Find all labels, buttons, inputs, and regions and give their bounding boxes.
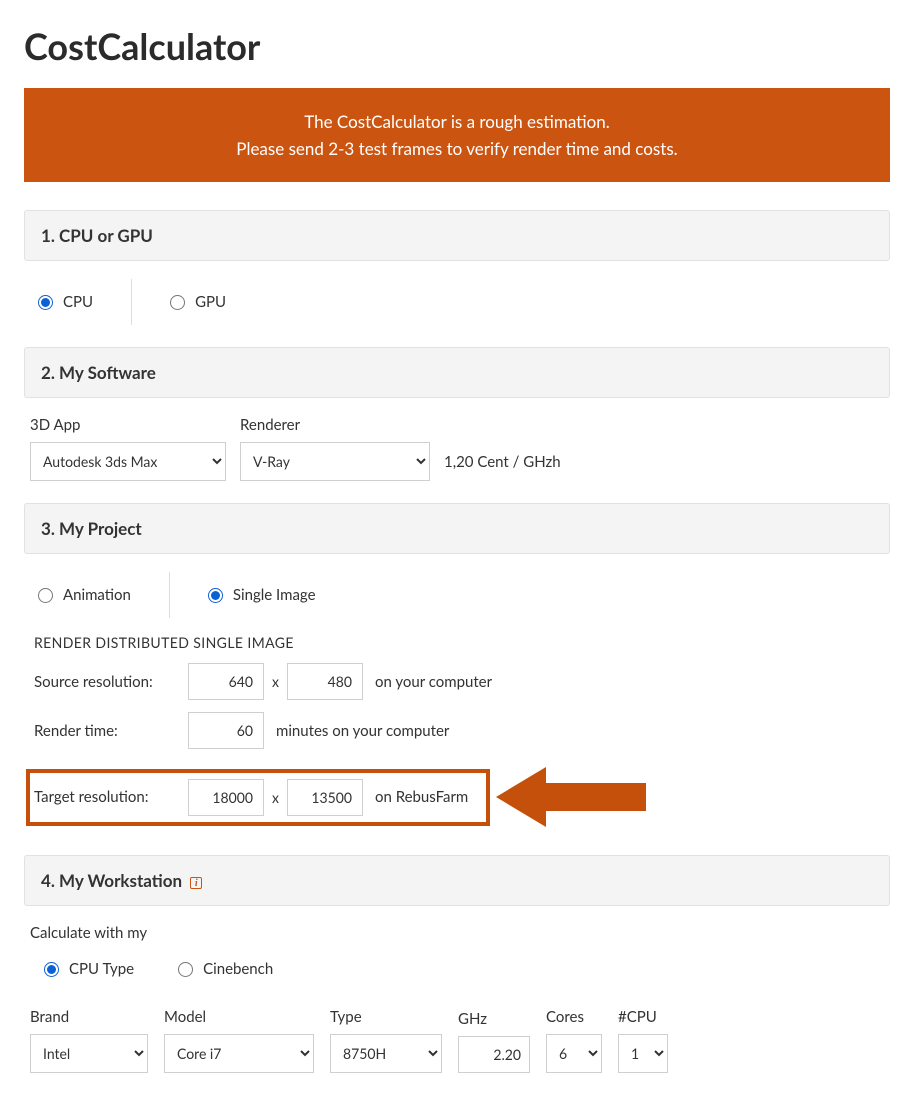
app-label: 3D App xyxy=(30,416,226,434)
target-suffix: on RebusFarm xyxy=(375,788,468,806)
render-time-row: Render time: minutes on your computer xyxy=(30,712,884,749)
renderer-label: Renderer xyxy=(240,416,430,434)
target-width-input[interactable] xyxy=(188,779,264,816)
cores-select[interactable]: 6 xyxy=(546,1034,602,1073)
info-banner: The CostCalculator is a rough estimation… xyxy=(24,88,890,182)
render-time-suffix: minutes on your computer xyxy=(276,722,449,740)
divider xyxy=(169,572,170,618)
ghz-input[interactable] xyxy=(458,1036,530,1073)
project-type-group: Animation Single Image xyxy=(30,572,884,618)
arrow-left-icon xyxy=(496,761,646,833)
page-title: CostCalculator xyxy=(24,24,890,68)
render-time-input[interactable] xyxy=(188,712,264,749)
gpu-radio[interactable] xyxy=(170,295,185,310)
info-icon[interactable]: i xyxy=(190,877,202,889)
source-res-label: Source resolution: xyxy=(34,673,180,691)
calc-method-group: CPU Type Cinebench xyxy=(30,948,884,990)
source-resolution-row: Source resolution: x on your computer xyxy=(30,663,884,700)
calc-with-label: Calculate with my xyxy=(30,924,884,942)
x-separator: x xyxy=(272,789,279,806)
price-text: 1,20 Cent / GHzh xyxy=(444,453,561,481)
single-image-radio[interactable] xyxy=(208,588,223,603)
model-label: Model xyxy=(164,1008,314,1026)
source-suffix: on your computer xyxy=(375,673,492,691)
app-select[interactable]: Autodesk 3ds Max xyxy=(30,442,226,481)
animation-radio[interactable] xyxy=(38,588,53,603)
section-4-title: 4. My Workstation xyxy=(41,870,182,891)
type-select[interactable]: 8750H xyxy=(330,1034,442,1073)
source-height-input[interactable] xyxy=(287,663,363,700)
cinebench-radio[interactable] xyxy=(178,962,193,977)
render-time-label: Render time: xyxy=(34,722,180,740)
cputype-label[interactable]: CPU Type xyxy=(69,960,134,978)
banner-line2: Please send 2-3 test frames to verify re… xyxy=(40,135,874,162)
cputype-radio[interactable] xyxy=(44,962,59,977)
cpu-radio[interactable] xyxy=(38,295,53,310)
ncpu-select[interactable]: 1 xyxy=(618,1034,668,1073)
target-resolution-highlight: Target resolution: x on RebusFarm xyxy=(26,769,490,826)
banner-line1: The CostCalculator is a rough estimation… xyxy=(40,108,874,135)
animation-label[interactable]: Animation xyxy=(63,586,131,604)
type-label: Type xyxy=(330,1008,442,1026)
section-4-header: 4. My Workstation i xyxy=(24,855,890,906)
divider xyxy=(131,279,132,325)
cores-label: Cores xyxy=(546,1008,602,1026)
renderer-select[interactable]: V-Ray xyxy=(240,442,430,481)
model-select[interactable]: Core i7 xyxy=(164,1034,314,1073)
source-width-input[interactable] xyxy=(188,663,264,700)
ncpu-label: #CPU xyxy=(618,1008,668,1026)
section-3-header: 3. My Project xyxy=(24,503,890,554)
single-image-label[interactable]: Single Image xyxy=(233,586,316,604)
brand-select[interactable]: Intel xyxy=(30,1034,148,1073)
cpu-gpu-group: CPU GPU xyxy=(30,279,884,325)
cinebench-label[interactable]: Cinebench xyxy=(203,960,273,978)
target-res-label: Target resolution: xyxy=(34,788,180,806)
section-2-header: 2. My Software xyxy=(24,347,890,398)
x-separator: x xyxy=(272,673,279,690)
target-height-input[interactable] xyxy=(287,779,363,816)
distributed-heading: RENDER DISTRIBUTED SINGLE IMAGE xyxy=(34,634,884,651)
cpu-label[interactable]: CPU xyxy=(63,293,93,311)
section-1-header: 1. CPU or GPU xyxy=(24,210,890,261)
ghz-label: GHz xyxy=(458,1010,530,1028)
brand-label: Brand xyxy=(30,1008,148,1026)
gpu-label[interactable]: GPU xyxy=(195,293,226,311)
